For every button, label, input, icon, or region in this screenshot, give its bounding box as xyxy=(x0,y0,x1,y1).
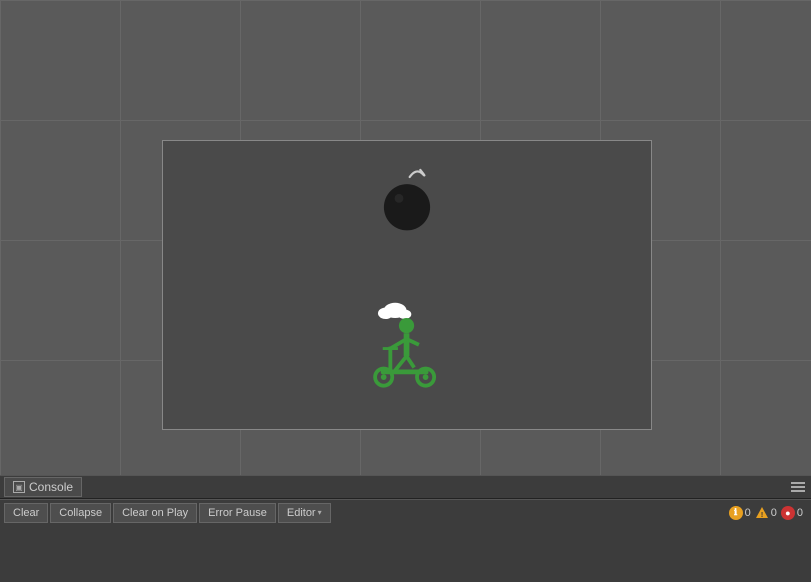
editor-dropdown-button[interactable]: Editor ▾ xyxy=(278,503,331,523)
status-icons: ℹ 0 ! 0 ● 0 xyxy=(729,506,803,520)
warning-status[interactable]: ! 0 xyxy=(755,506,777,519)
error-status[interactable]: ● 0 xyxy=(781,506,803,520)
clear-on-play-button[interactable]: Clear on Play xyxy=(113,503,197,523)
menu-line-2 xyxy=(791,486,805,488)
collapse-button[interactable]: Collapse xyxy=(50,503,111,523)
info-count: 0 xyxy=(745,507,751,519)
console-tab-bar: ▣ Console xyxy=(0,475,811,499)
menu-line-3 xyxy=(791,490,805,492)
menu-line-1 xyxy=(791,482,805,484)
info-status[interactable]: ℹ 0 xyxy=(729,506,751,520)
scene-content xyxy=(163,141,651,429)
scooter-character-icon xyxy=(355,299,450,399)
editor-label: Editor xyxy=(287,507,316,519)
console-menu-icon[interactable] xyxy=(789,478,807,496)
svg-text:!: ! xyxy=(761,512,763,519)
warning-triangle-icon: ! xyxy=(755,506,769,519)
error-icon: ● xyxy=(781,506,795,520)
console-tab[interactable]: ▣ Console xyxy=(4,477,82,497)
error-pause-button[interactable]: Error Pause xyxy=(199,503,276,523)
editor-dropdown-arrow: ▾ xyxy=(318,508,322,517)
console-tab-icon: ▣ xyxy=(13,481,25,493)
main-view xyxy=(0,0,811,475)
error-count: 0 xyxy=(797,507,803,519)
info-icon: ℹ xyxy=(729,506,743,520)
warning-count: 0 xyxy=(771,507,777,519)
console-tab-label: Console xyxy=(29,480,73,494)
game-viewport xyxy=(162,140,652,430)
clear-button[interactable]: Clear xyxy=(4,503,48,523)
console-toolbar: Clear Collapse Clear on Play Error Pause… xyxy=(0,499,811,525)
bottom-area xyxy=(0,525,811,582)
bomb-icon xyxy=(372,161,442,241)
